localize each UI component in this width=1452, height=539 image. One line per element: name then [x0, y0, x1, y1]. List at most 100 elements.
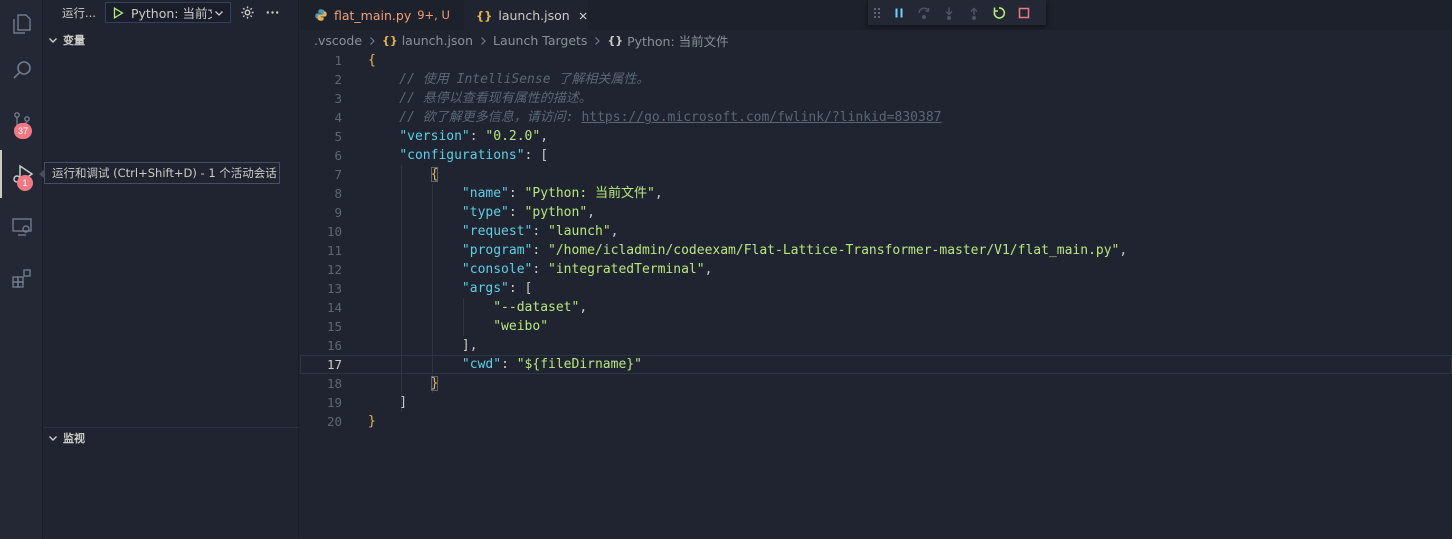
debug-sidebar-toolbar: 运行... Python: 当前文	[43, 0, 299, 25]
code-line[interactable]: 14 "--dataset",	[300, 298, 1452, 317]
line-number: 8	[334, 186, 342, 201]
json-key: "type"	[461, 205, 509, 220]
code-line[interactable]: 18 }	[300, 374, 1452, 393]
restart-button[interactable]	[986, 0, 1011, 25]
breadcrumb-item-python-current-file[interactable]: Python: 当前文件	[627, 31, 729, 50]
code-line[interactable]: 6 "configurations": [	[300, 146, 1452, 165]
json-value: "weibo"	[493, 319, 549, 334]
source-control-button[interactable]: 37	[0, 98, 43, 146]
code-line[interactable]: 16 ],	[300, 336, 1452, 355]
chevron-right-icon	[595, 36, 601, 45]
code-line[interactable]: 5 "version": "0.2.0",	[300, 127, 1452, 146]
code-content: "--dataset",	[368, 298, 587, 317]
code-comma: ,	[610, 224, 619, 239]
code-line[interactable]: 2 // 使用 IntelliSense 了解相关属性。	[300, 70, 1452, 89]
code-text: {	[368, 53, 376, 68]
code-content: "console": "integratedTerminal",	[368, 260, 712, 279]
code-line[interactable]: 20}	[300, 412, 1452, 431]
start-debugging-icon[interactable]	[111, 6, 125, 20]
code-content: "request": "launch",	[368, 222, 619, 241]
code-colon: :	[524, 148, 541, 163]
chevron-down-icon	[49, 436, 57, 441]
variables-section-header[interactable]: 变量	[43, 29, 299, 51]
close-icon[interactable]	[578, 10, 588, 22]
search-icon	[12, 61, 31, 79]
code-line[interactable]: 13 "args": [	[300, 279, 1452, 298]
code-text: ]	[368, 395, 408, 410]
sidebar: 运行... Python: 当前文 变量 监视	[43, 0, 299, 539]
code-line[interactable]: 12 "console": "integratedTerminal",	[300, 260, 1452, 279]
code-line[interactable]: 17 "cwd": "${fileDirname}"	[300, 355, 1452, 374]
code-colon: :	[532, 262, 549, 277]
code-comma: ,	[704, 262, 713, 277]
code-line[interactable]: 19 ]	[300, 393, 1452, 412]
extensions-button[interactable]	[0, 254, 43, 302]
restart-icon	[993, 6, 1005, 19]
code-line[interactable]: 3 // 悬停以查看现有属性的描述。	[300, 89, 1452, 108]
line-number: 13	[326, 281, 342, 296]
code-content: // 使用 IntelliSense 了解相关属性。	[368, 70, 649, 89]
stop-button[interactable]	[1011, 0, 1036, 25]
code-colon: :	[501, 357, 517, 372]
line-number: 1	[334, 53, 342, 68]
search-button[interactable]	[0, 46, 43, 94]
code-line[interactable]: 11 "program": "/home/icladmin/codeexam/F…	[300, 241, 1452, 260]
breadcrumb-item-vscode[interactable]: .vscode	[314, 33, 362, 48]
breadcrumb-item-launch-targets[interactable]: Launch Targets	[493, 33, 587, 48]
explorer-button[interactable]	[0, 0, 43, 48]
extensions-icon	[11, 269, 31, 288]
code-content: {	[368, 51, 376, 70]
source-control-badge: 37	[14, 123, 33, 139]
code-line[interactable]: 10 "request": "launch",	[300, 222, 1452, 241]
activity-bar: 37 1	[0, 0, 43, 539]
run-debug-button[interactable]: 1	[0, 150, 43, 198]
code-line[interactable]: 7 {	[300, 165, 1452, 184]
pause-button[interactable]	[886, 0, 911, 25]
watch-section-header[interactable]: 监视	[43, 427, 299, 449]
code-comma: ,	[540, 129, 549, 144]
breadcrumb: .vscode {} launch.json Launch Targets {}…	[300, 30, 1452, 51]
run-label: 运行...	[62, 5, 96, 20]
code-brace: {	[430, 167, 439, 182]
tab-modified-indicator: 9+, U	[417, 8, 450, 22]
line-number: 12	[326, 262, 342, 277]
code-line[interactable]: 9 "type": "python",	[300, 203, 1452, 222]
launch-config-value: Python: 当前文	[130, 6, 212, 21]
json-value: "0.2.0"	[485, 129, 541, 144]
code-text: // 使用 IntelliSense 了解相关属性。	[368, 72, 650, 87]
more-actions-button[interactable]	[265, 5, 281, 21]
tab-flat-main-py[interactable]: flat_main.py 9+, U	[300, 0, 463, 30]
code-line[interactable]: 1{	[300, 51, 1452, 70]
code-colon: :	[508, 281, 525, 296]
code-content: "args": [	[368, 279, 532, 298]
code-line[interactable]: 4 // 欲了解更多信息，请访问: https://go.microsoft.c…	[300, 108, 1452, 127]
line-number: 2	[334, 72, 342, 87]
line-number: 9	[334, 205, 342, 220]
json-value: "/home/icladmin/codeexam/Flat-Lattice-Tr…	[548, 243, 1120, 258]
tab-label: flat_main.py	[334, 7, 412, 23]
code-text: ],	[368, 338, 478, 353]
code-line[interactable]: 8 "name": "Python: 当前文件",	[300, 184, 1452, 203]
remote-explorer-button[interactable]	[0, 203, 43, 251]
tab-launch-json[interactable]: {} launch.json	[464, 0, 588, 30]
open-launch-json-button[interactable]	[240, 5, 256, 21]
json-file-icon: {}	[476, 8, 493, 23]
tab-label: launch.json	[498, 8, 570, 23]
code-content: "version": "0.2.0",	[368, 127, 548, 146]
launch-config-select[interactable]: Python: 当前文	[104, 2, 231, 23]
step-into-button[interactable]	[936, 0, 961, 25]
run-debug-badge: 1	[17, 175, 33, 191]
step-out-button[interactable]	[961, 0, 986, 25]
code-link: https://go.microsoft.com/fwlink/?linkid=…	[581, 110, 942, 125]
debug-toolbar-drag-handle[interactable]	[868, 0, 886, 25]
code-editor[interactable]: 1{2 // 使用 IntelliSense 了解相关属性。 3 // 悬停以查看…	[300, 51, 1452, 539]
code-line[interactable]: 15 "weibo"	[300, 317, 1452, 336]
line-number: 11	[326, 243, 342, 258]
line-number: 19	[326, 395, 342, 410]
json-key: "program"	[461, 243, 533, 258]
step-over-button[interactable]	[911, 0, 936, 25]
code-text: // 悬停以查看现有属性的描述。	[368, 91, 592, 106]
breadcrumb-item-launch-json[interactable]: launch.json	[402, 33, 473, 48]
run-debug-tooltip: 运行和调试 (Ctrl+Shift+D) - 1 个活动会话	[39, 162, 280, 184]
chevron-right-icon	[481, 36, 486, 45]
